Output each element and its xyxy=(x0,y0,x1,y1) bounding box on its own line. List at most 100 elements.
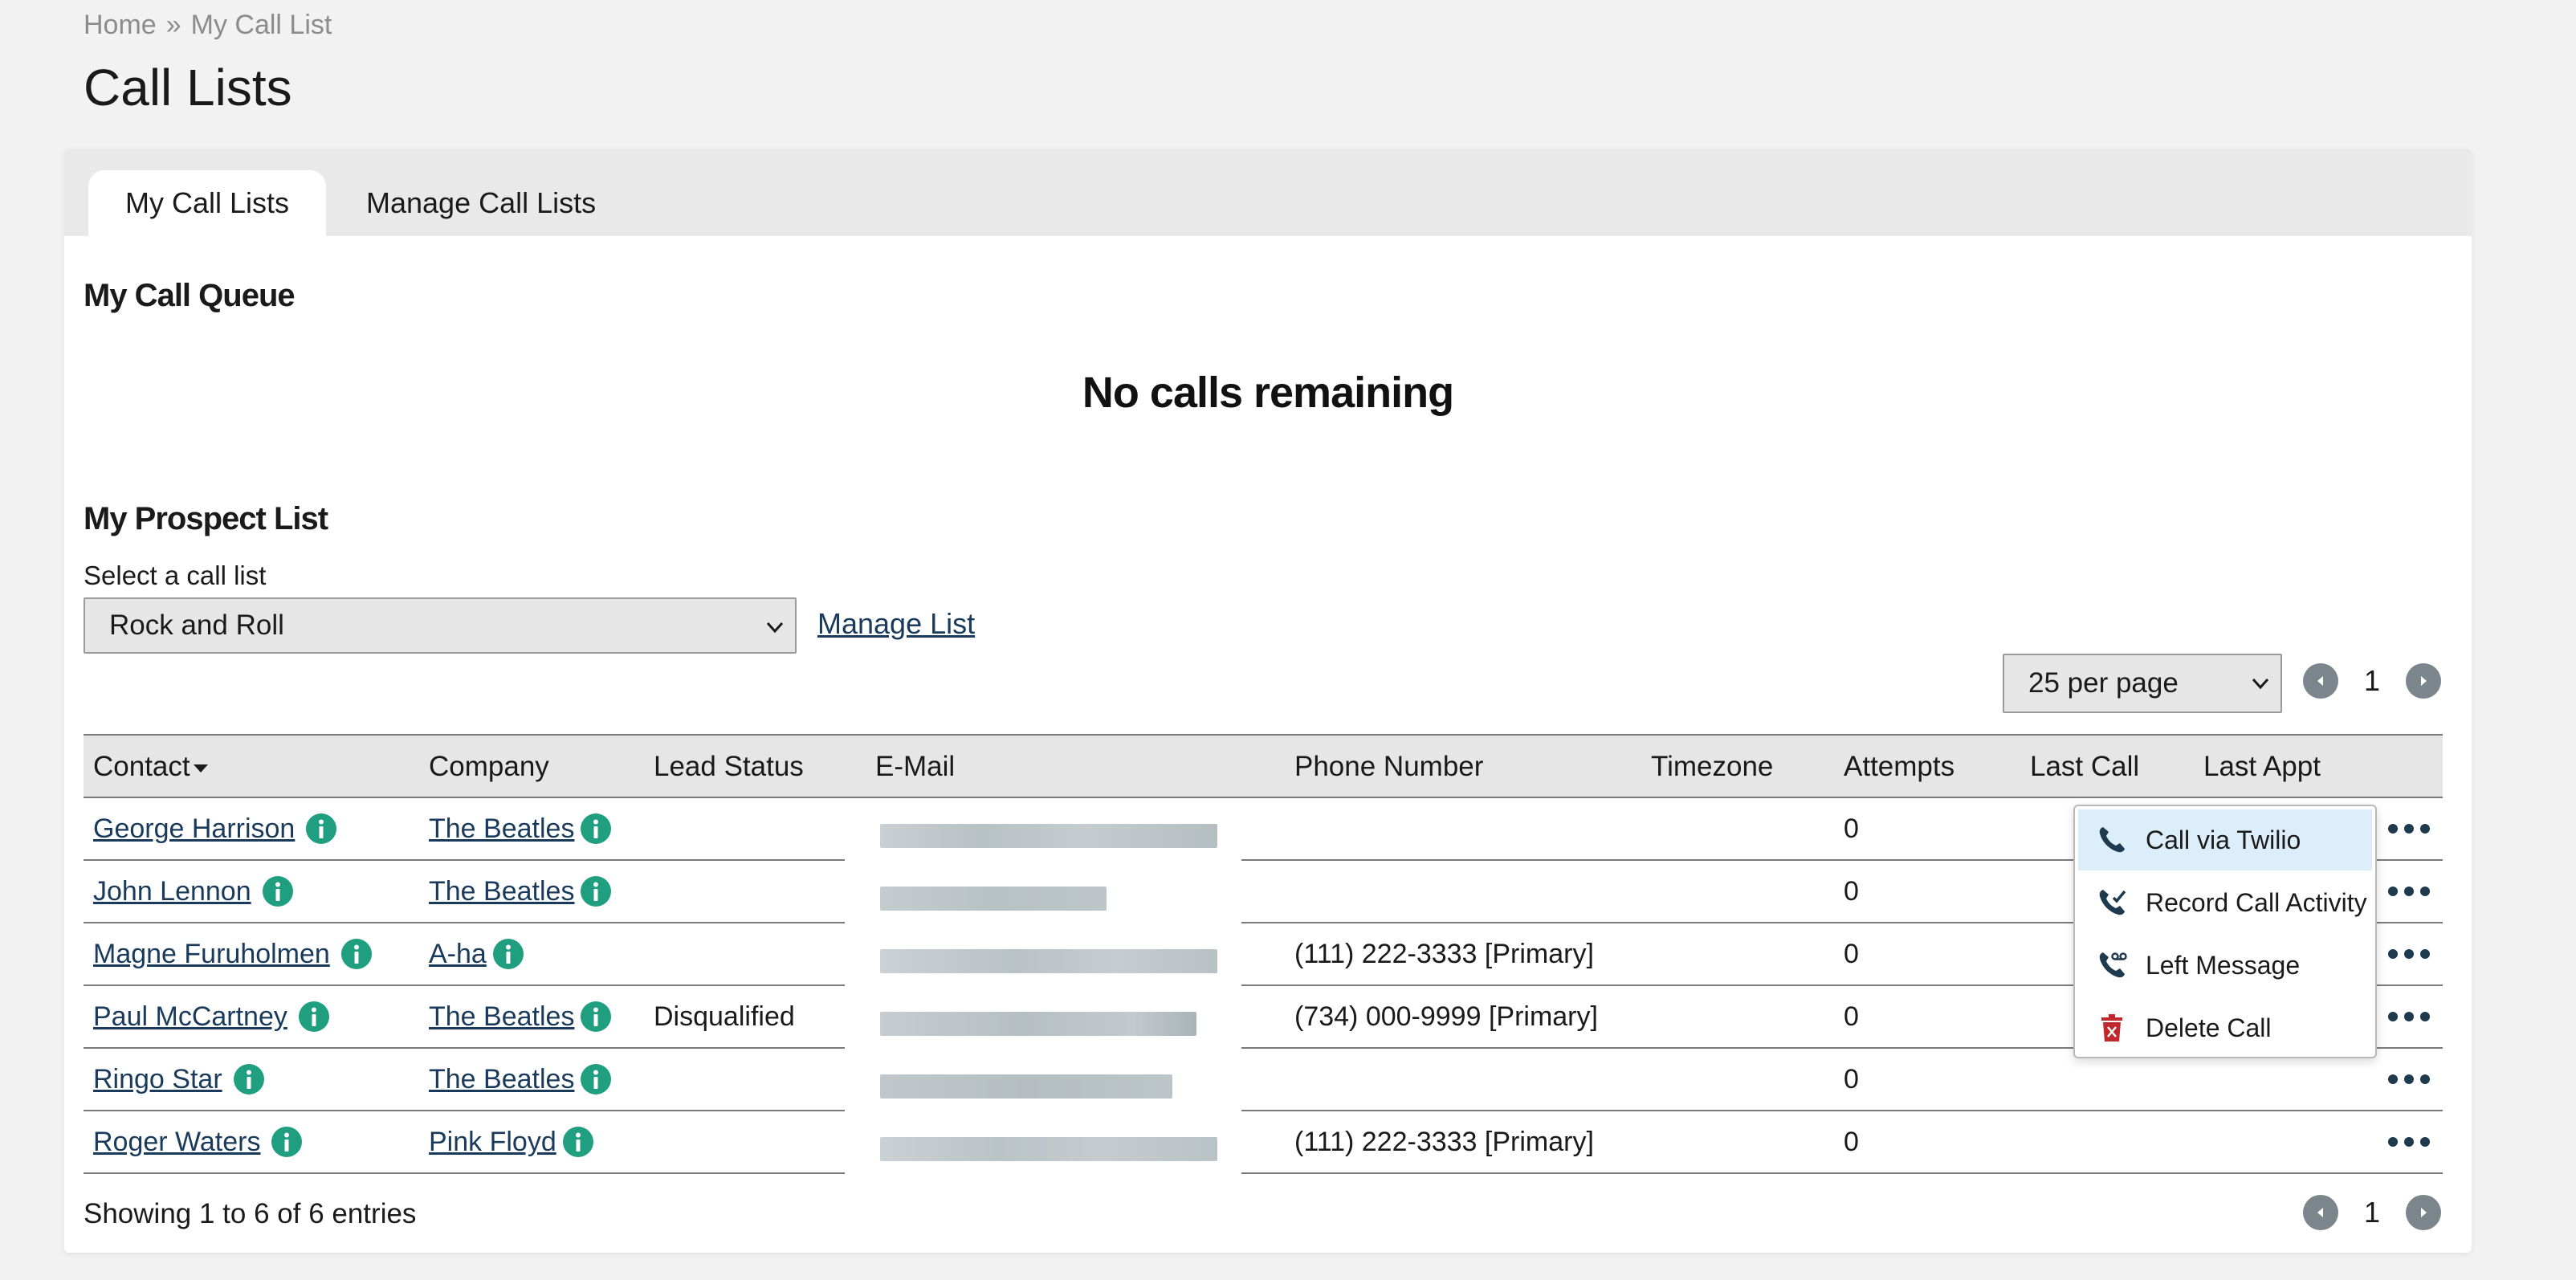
contact-link[interactable]: Ringo Star xyxy=(93,1064,222,1095)
redacted-email xyxy=(880,824,1217,848)
company-link[interactable]: The Beatles xyxy=(429,813,574,844)
breadcrumb-separator: » xyxy=(165,10,181,40)
phone-cell: (111) 222-3333 [Primary] xyxy=(1294,939,1594,969)
more-options-icon[interactable] xyxy=(2386,878,2431,904)
info-icon[interactable] xyxy=(271,1127,303,1158)
contact-link[interactable]: Magne Furuholmen xyxy=(93,939,330,969)
company-link[interactable]: The Beatles xyxy=(429,1064,574,1095)
more-options-icon[interactable] xyxy=(2386,1129,2431,1155)
redacted-email-column xyxy=(845,800,1241,1176)
table-row: Roger Waters Pink Floyd (111) 222-3333 [… xyxy=(84,1111,2443,1174)
pagination-bottom: 1 xyxy=(2303,1195,2442,1230)
call-lists-panel: My Call Lists Manage Call Lists My Call … xyxy=(64,149,2472,1253)
column-header-attempts[interactable]: Attempts xyxy=(1844,736,1954,798)
info-icon[interactable] xyxy=(340,939,372,970)
record-call-icon xyxy=(2099,890,2126,915)
manage-list-link[interactable]: Manage List xyxy=(817,607,975,641)
call-list-select[interactable]: Rock and Roll xyxy=(84,597,797,654)
more-options-icon[interactable] xyxy=(2386,1004,2431,1029)
info-icon[interactable] xyxy=(562,1127,593,1158)
column-header-timezone[interactable]: Timezone xyxy=(1651,736,1773,798)
more-options-icon[interactable] xyxy=(2386,941,2431,967)
redacted-email xyxy=(880,1137,1217,1161)
sort-descending-icon xyxy=(193,764,208,772)
redacted-email xyxy=(880,887,1107,911)
page-title: Call Lists xyxy=(84,59,292,116)
column-header-email[interactable]: E-Mail xyxy=(875,736,955,798)
menu-item-delete-call[interactable]: Delete Call xyxy=(2078,997,2372,1058)
breadcrumb: Home » My Call List xyxy=(84,10,332,41)
voicemail-icon xyxy=(2099,952,2127,978)
next-page-button[interactable] xyxy=(2406,1195,2442,1230)
info-icon[interactable] xyxy=(233,1064,264,1095)
phone-cell: (111) 222-3333 [Primary] xyxy=(1294,1127,1594,1157)
menu-item-left-message[interactable]: Left Message xyxy=(2078,935,2372,996)
info-icon[interactable] xyxy=(262,876,293,907)
row-actions-menu: Call via Twilio Record Call Activity Lef… xyxy=(2073,805,2377,1058)
chevron-down-icon xyxy=(766,622,784,634)
info-icon[interactable] xyxy=(581,1001,612,1033)
previous-page-button[interactable] xyxy=(2303,663,2338,699)
contact-link[interactable]: Paul McCartney xyxy=(93,1001,287,1032)
prospect-list-title: My Prospect List xyxy=(84,501,328,536)
phone-cell: (734) 000-9999 [Primary] xyxy=(1294,1001,1598,1032)
contact-link[interactable]: Roger Waters xyxy=(93,1127,260,1157)
column-header-last-appt[interactable]: Last Appt xyxy=(2203,736,2321,798)
column-header-lead-status[interactable]: Lead Status xyxy=(654,736,804,798)
info-icon[interactable] xyxy=(581,813,612,845)
redacted-email xyxy=(880,1012,1196,1036)
company-link[interactable]: The Beatles xyxy=(429,1001,574,1032)
previous-page-button[interactable] xyxy=(2303,1195,2338,1230)
tab-my-call-lists[interactable]: My Call Lists xyxy=(88,170,327,236)
call-list-select-label: Select a call list xyxy=(84,561,267,590)
info-icon[interactable] xyxy=(581,1064,612,1095)
breadcrumb-home[interactable]: Home xyxy=(84,10,157,40)
contact-link[interactable]: George Harrison xyxy=(93,813,295,844)
menu-item-record-call-activity[interactable]: Record Call Activity xyxy=(2078,872,2372,933)
company-link[interactable]: The Beatles xyxy=(429,876,574,907)
per-page-select[interactable]: 25 per page xyxy=(2003,654,2282,713)
trash-icon xyxy=(2101,1014,2122,1042)
current-page-number: 1 xyxy=(2364,664,2381,697)
info-icon[interactable] xyxy=(298,1001,329,1033)
attempts-cell: 0 xyxy=(1844,1064,1859,1095)
caret-right-icon xyxy=(2421,1208,2427,1217)
pagination-top: 1 xyxy=(2303,663,2442,699)
menu-item-label: Delete Call xyxy=(2146,1013,2272,1042)
caret-left-icon xyxy=(2317,1208,2323,1217)
menu-item-label: Left Message xyxy=(2146,950,2301,980)
caret-left-icon xyxy=(2317,676,2323,686)
column-header-company[interactable]: Company xyxy=(429,736,549,798)
column-header-phone-number[interactable]: Phone Number xyxy=(1294,736,1483,798)
attempts-cell: 0 xyxy=(1844,813,1859,844)
column-header-contact[interactable]: Contact xyxy=(93,736,208,798)
more-options-icon[interactable] xyxy=(2386,816,2431,842)
menu-item-label: Record Call Activity xyxy=(2146,887,2367,917)
tab-manage-call-lists[interactable]: Manage Call Lists xyxy=(329,170,633,236)
info-icon[interactable] xyxy=(492,939,524,970)
company-link[interactable]: Pink Floyd xyxy=(429,1127,556,1157)
per-page-value: 25 per page xyxy=(2028,667,2179,699)
info-icon[interactable] xyxy=(306,813,337,845)
column-header-last-call[interactable]: Last Call xyxy=(2030,736,2139,798)
contact-link[interactable]: John Lennon xyxy=(93,876,251,907)
table-header: Contact Company Lead Status E-Mail Phone… xyxy=(84,734,2443,798)
call-list-selected-value: Rock and Roll xyxy=(109,609,284,641)
current-page-number: 1 xyxy=(2364,1196,2381,1229)
info-icon[interactable] xyxy=(581,876,612,907)
table-info: Showing 1 to 6 of 6 entries xyxy=(84,1198,417,1229)
company-link[interactable]: A-ha xyxy=(429,939,487,969)
breadcrumb-current: My Call List xyxy=(190,10,332,40)
menu-item-label: Call via Twilio xyxy=(2146,825,2301,854)
caret-right-icon xyxy=(2421,676,2427,686)
menu-item-call-via-twilio[interactable]: Call via Twilio xyxy=(2078,809,2372,870)
more-options-icon[interactable] xyxy=(2386,1066,2431,1092)
chevron-down-icon xyxy=(2252,678,2269,690)
attempts-cell: 0 xyxy=(1844,1127,1859,1157)
no-calls-message: No calls remaining xyxy=(1082,369,1454,417)
attempts-cell: 0 xyxy=(1844,1001,1859,1032)
call-queue-title: My Call Queue xyxy=(84,278,296,313)
lead-status-cell: Disqualified xyxy=(654,1001,795,1032)
redacted-email xyxy=(880,949,1217,973)
next-page-button[interactable] xyxy=(2406,663,2442,699)
